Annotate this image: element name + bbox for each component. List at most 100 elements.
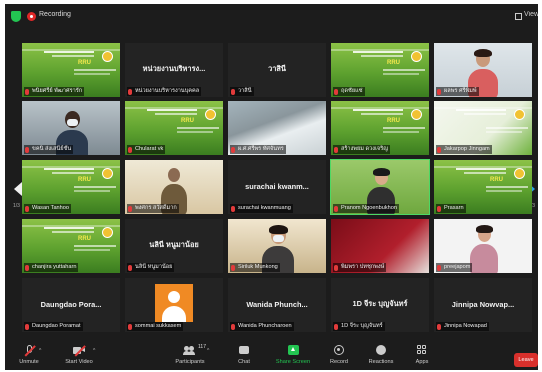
participant-name-label: ผ.ศ.ศรีพร ทัศจันทร — [230, 145, 286, 154]
microphone-muted-icon — [437, 88, 441, 95]
microphone-muted-icon — [437, 205, 441, 212]
reactions-button[interactable]: Reactions — [365, 345, 397, 369]
participant-tile[interactable]: RRU พนิยศรีย์ พัฒาศรารัก — [22, 43, 120, 97]
participant-tile[interactable]: พิมพรา ปทชุกพงษ์ — [331, 219, 429, 273]
participant-tile[interactable]: 1D จีระ บุญจันทร์ 1D จีระ บุญจันทร์ — [331, 278, 429, 332]
chat-button[interactable]: Chat — [234, 345, 254, 369]
participant-tile[interactable]: หน่วยงานบริหารง... หน่วยงานบริหารงานบุคคล — [125, 43, 223, 97]
view-button[interactable]: View — [524, 11, 538, 18]
participant-name-label: Siriluk Munkong — [230, 263, 280, 272]
camera-off-icon — [73, 345, 86, 357]
participant-display-name: Wanida Phunch... — [246, 299, 308, 309]
microphone-muted-icon — [25, 264, 29, 271]
start-video-label: Start Video — [65, 359, 93, 365]
microphone-muted-icon — [23, 345, 36, 357]
participant-name: พงศกร สวัสดิ์มาก — [135, 205, 177, 211]
participant-name-label: Jakarpop Jinngam — [436, 145, 492, 154]
participant-display-name: นลินี หนูมาน้อย — [149, 240, 199, 250]
security-shield-icon[interactable] — [11, 11, 21, 22]
participant-tile[interactable]: ขคนิ ส่งเสนีย์ชั้น — [22, 101, 120, 155]
microphone-muted-icon — [231, 88, 235, 95]
microphone-muted-icon — [334, 88, 338, 95]
leave-button[interactable]: Leave — [514, 353, 538, 367]
participant-tile[interactable]: Jakarpop Jinngam — [434, 101, 532, 155]
participant-name: ฤดชัยแซ่ — [341, 88, 363, 94]
share-screen-icon — [287, 345, 299, 356]
recording-label: Recording — [39, 11, 71, 18]
participants-caret-icon[interactable]: ^ — [207, 348, 209, 354]
participants-button[interactable]: 117 ^ Participants — [169, 344, 211, 369]
reactions-label: Reactions — [368, 359, 394, 365]
share-screen-button[interactable]: Share Screen — [273, 345, 313, 369]
participant-tile[interactable]: RRU สร้างพยม ดวงเจริญ — [331, 101, 429, 155]
participant-name-label: Prasarn — [436, 204, 466, 213]
participant-name: Wasan Tanhoo — [32, 205, 70, 211]
participant-tile[interactable]: ผลพร ศรีพิมพ์ — [434, 43, 532, 97]
participant-tile[interactable]: preejapom — [434, 219, 532, 273]
participant-tile[interactable]: Daungdao Pora... Daungdao Poramat — [22, 278, 120, 332]
participant-tile[interactable]: Pranom Ngoenbukhon — [330, 159, 430, 215]
participant-tile[interactable]: RRU chanjira yuttaharn — [22, 219, 120, 273]
microphone-muted-icon — [231, 264, 235, 271]
participant-tile[interactable]: พงศกร สวัสดิ์มาก — [125, 160, 223, 214]
participant-tile[interactable]: RRU Prasarn — [434, 160, 532, 214]
participant-tile[interactable]: วาสินี วาสินี — [228, 43, 326, 97]
participant-name: ขคนิ ส่งเสนีย์ชั้น — [32, 146, 72, 152]
participant-name-label: สร้างพยม ดวงเจริญ — [333, 145, 390, 154]
gallery-grid: RRU พนิยศรีย์ พัฒาศรารัก หน่วยงานบริหารง..… — [22, 43, 532, 332]
microphone-muted-icon — [25, 146, 29, 153]
participant-name-label: หน่วยงานบริหารงานบุคคล — [127, 87, 202, 96]
chat-label: Chat — [238, 359, 250, 365]
smiley-icon — [375, 345, 387, 356]
recording-icon — [27, 12, 36, 21]
participant-display-name: surachai kwanm... — [245, 181, 309, 191]
microphone-muted-icon — [437, 264, 441, 271]
participant-name: Jinnipa Nowapad — [444, 323, 487, 329]
participant-name: Jakarpop Jinngam — [444, 146, 490, 152]
microphone-muted-icon — [25, 88, 29, 95]
participant-tile[interactable]: ผ.ศ.ศรีพร ทัศจันทร — [228, 101, 326, 155]
participant-tile[interactable]: RRU ฤดชัยแซ่ — [331, 43, 429, 97]
meeting-toolbar: ^ Unmute ^ Start Video 117 ^ Participant… — [5, 344, 538, 370]
participant-tile[interactable]: RRU Wasan Tanhoo — [22, 160, 120, 214]
participant-display-name: วาสินี — [268, 64, 286, 74]
participant-name: sommai sukkasem — [135, 323, 182, 329]
unmute-label: Unmute — [19, 359, 39, 365]
participant-name-label: Daungdao Poramat — [24, 322, 83, 331]
microphone-muted-icon — [128, 323, 132, 330]
participant-name-label: พนิยศรีย์ พัฒาศรารัก — [24, 87, 85, 96]
participant-tile[interactable]: sommai sukkasem — [125, 278, 223, 332]
participant-tile[interactable]: Wanida Phunch... Wanida Phuncharoen — [228, 278, 326, 332]
participant-tile[interactable]: RRU Chularat vk — [125, 101, 223, 155]
participant-name: Prasarn — [444, 205, 464, 211]
participant-name: สร้างพยม ดวงเจริญ — [341, 146, 388, 152]
participant-name-label: ฤดชัยแซ่ — [333, 87, 365, 96]
microphone-muted-icon — [334, 264, 338, 271]
unmute-button[interactable]: ^ Unmute — [13, 345, 45, 369]
participant-name: chanjira yuttaharn — [32, 264, 77, 270]
record-button[interactable]: Record — [327, 345, 351, 369]
top-bar: Recording View — [5, 4, 538, 30]
record-label: Record — [329, 359, 349, 365]
microphone-muted-icon — [231, 205, 235, 212]
participant-name: พิมพรา ปทชุกพงษ์ — [341, 264, 385, 270]
participant-name-label: 1D จีระ บุญจันทร์ — [333, 322, 385, 331]
participant-tile[interactable]: นลินี หนูมาน้อย นลินี หนูมาน้อย — [125, 219, 223, 273]
microphone-muted-icon — [334, 146, 338, 153]
participant-tile[interactable]: Siriluk Munkong — [228, 219, 326, 273]
participant-name: พนิยศรีย์ พัฒาศรารัก — [32, 88, 83, 94]
audio-options-caret-icon[interactable]: ^ — [39, 348, 41, 354]
participant-name-label: พงศกร สวัสดิ์มาก — [127, 204, 179, 213]
start-video-button[interactable]: ^ Start Video — [61, 345, 97, 369]
participant-name: 1D จีระ บุญจันทร์ — [341, 323, 383, 329]
participant-name: preejapom — [444, 264, 471, 270]
video-options-caret-icon[interactable]: ^ — [93, 348, 95, 354]
apps-button[interactable]: Apps — [412, 345, 432, 369]
participant-name-label: Pranom Ngoenbukhon — [333, 204, 399, 213]
participant-tile[interactable]: Jinnipa Nowvap... Jinnipa Nowapad — [434, 278, 532, 332]
participant-tile[interactable]: surachai kwanm... surachai kwanmuang — [228, 160, 326, 214]
participant-display-name: Daungdao Pora... — [40, 299, 102, 309]
view-grid-icon[interactable] — [515, 13, 522, 20]
apps-grid-icon — [416, 345, 428, 356]
record-icon — [333, 345, 345, 356]
